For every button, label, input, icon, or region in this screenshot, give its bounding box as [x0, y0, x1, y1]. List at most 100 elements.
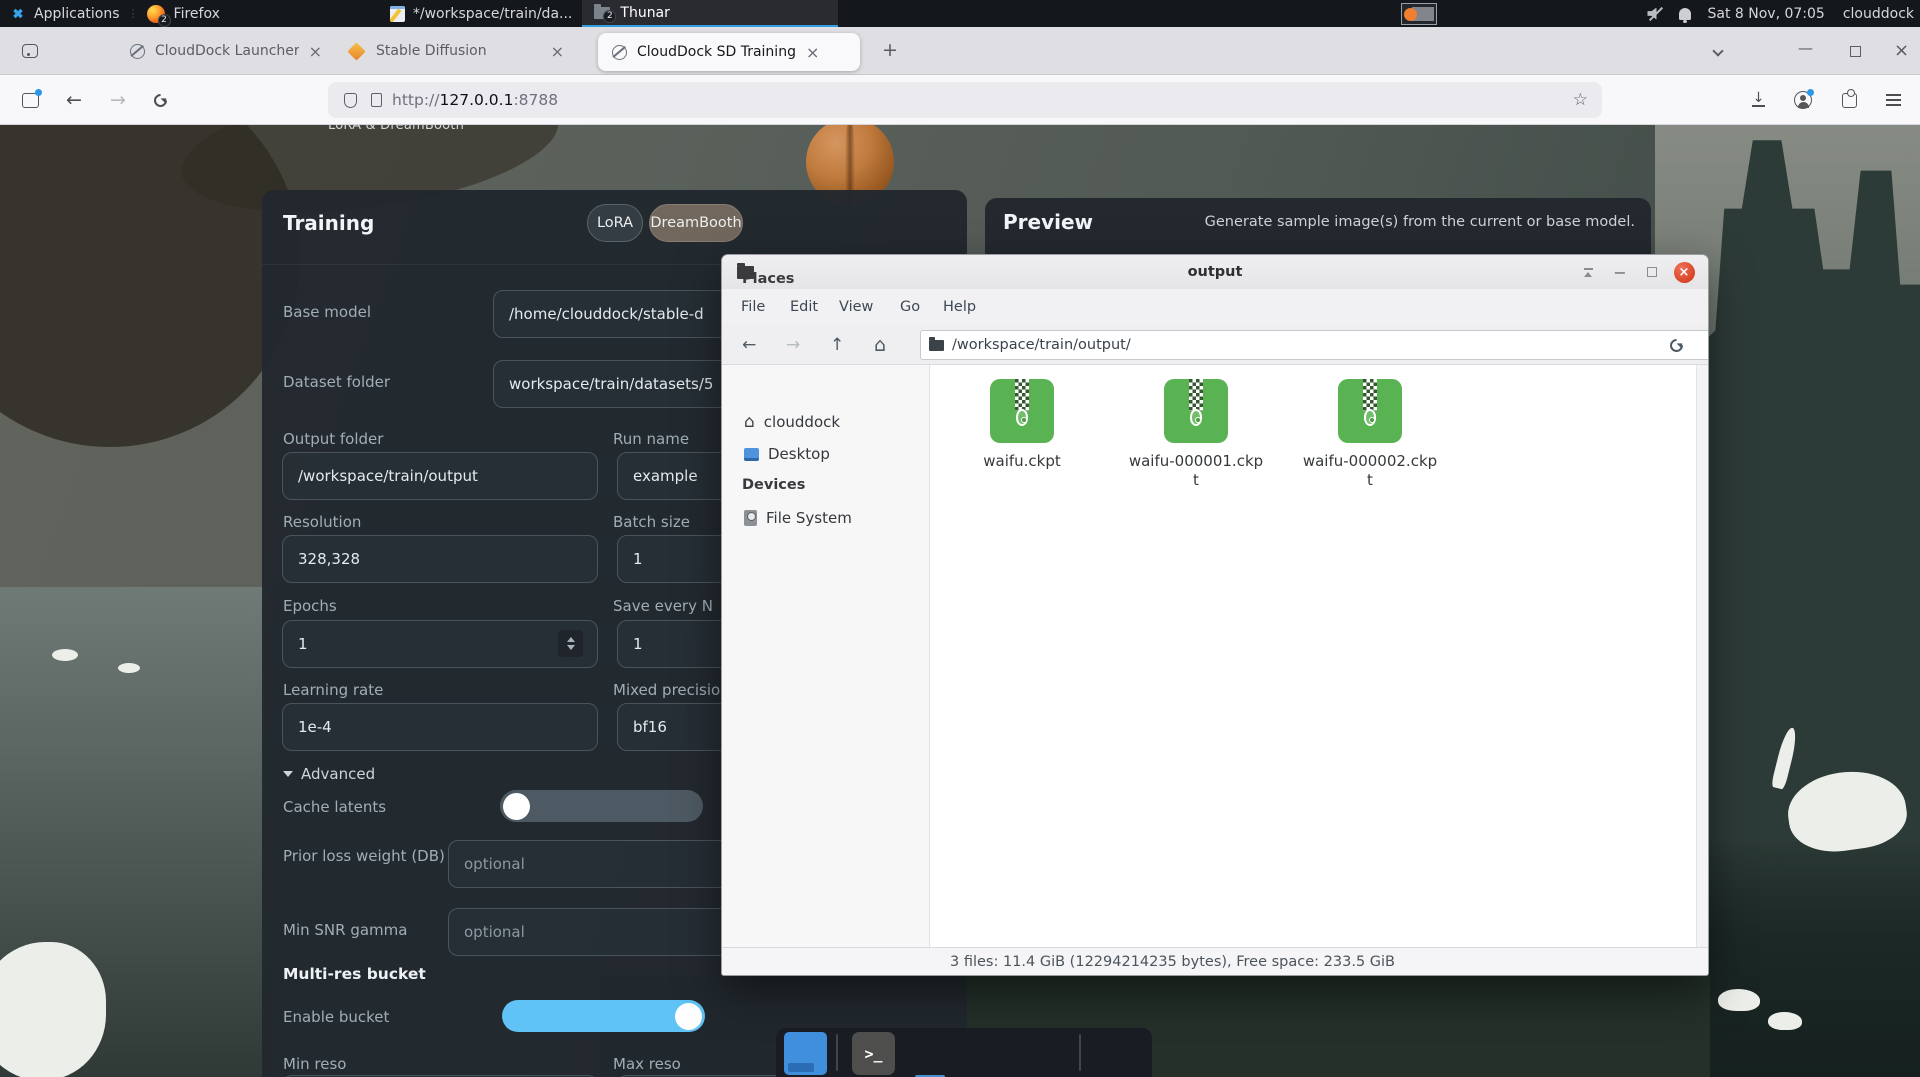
extensions-puzzle-icon[interactable]	[1842, 75, 1857, 125]
nav-home-button[interactable]: ⌂	[874, 325, 886, 365]
dock-separator	[1079, 1034, 1081, 1071]
training-title: Training	[283, 211, 374, 235]
toggle-knob	[675, 1003, 702, 1030]
wallpaper-swan-bottom-1	[1718, 989, 1760, 1011]
terminal-icon[interactable]: >_	[852, 1032, 895, 1075]
tab-close-icon[interactable]: ×	[551, 42, 564, 61]
screen-capture-tray-icon	[1401, 3, 1437, 25]
thunar-taskbar-item[interactable]: 2 Thunar	[582, 0, 838, 27]
base-model-label: Base model	[283, 303, 371, 321]
window-minimize-button[interactable]: —	[1798, 39, 1813, 57]
shade-button[interactable]	[1576, 255, 1600, 289]
notifications-bell-icon[interactable]	[1679, 8, 1691, 20]
sidebar-item-file-system[interactable]: File System	[744, 509, 852, 527]
menu-edit[interactable]: Edit	[790, 299, 818, 315]
editor-taskbar-item[interactable]: */workspace/train/da...	[380, 0, 583, 27]
firefox-view-icon[interactable]	[22, 44, 38, 58]
advanced-label: Advanced	[301, 765, 375, 783]
save-every-label: Save every N	[613, 597, 713, 615]
nav-forward-button[interactable]: →	[786, 325, 800, 365]
applications-menu[interactable]: Applications	[0, 0, 120, 27]
enable-bucket-label: Enable bucket	[283, 1008, 389, 1026]
epochs-input[interactable]	[282, 620, 598, 668]
browser-tab-bar: CloudDock Launcher × Stable Diffusion × …	[0, 27, 1920, 75]
refresh-button[interactable]	[1670, 325, 1683, 365]
wallpaper-swan-small-2	[118, 663, 140, 673]
path-field[interactable]: /workspace/train/output/	[920, 330, 1708, 360]
menu-file[interactable]: File	[741, 299, 765, 315]
enable-bucket-toggle[interactable]	[502, 1000, 705, 1032]
minimize-button[interactable]: −	[1608, 255, 1632, 289]
text-editor-icon	[390, 6, 405, 22]
applications-grid-icon	[10, 6, 26, 22]
scrollbar[interactable]	[1696, 365, 1708, 947]
cache-latents-toggle[interactable]	[500, 790, 703, 822]
file-item-waifu-000002-ckpt[interactable]: waifu-000002.ckpt	[1295, 379, 1445, 490]
sidebar-item-clouddock[interactable]: ⌂ clouddock	[744, 413, 840, 431]
new-tab-button[interactable]: +	[882, 39, 898, 61]
nav-up-button[interactable]: ↑	[830, 325, 844, 365]
bookmark-star-icon[interactable]: ☆	[1573, 90, 1588, 110]
file-item-waifu-ckpt[interactable]: waifu.ckpt	[947, 379, 1097, 471]
sidebar-toggle-icon[interactable]	[22, 75, 39, 125]
dock: >_	[776, 1028, 1152, 1077]
restore-button[interactable]	[1640, 255, 1664, 289]
folder-icon	[737, 266, 754, 279]
resolution-input[interactable]	[282, 535, 598, 583]
tab-clouddock-launcher[interactable]: CloudDock Launcher ×	[118, 27, 322, 75]
tab-close-icon[interactable]: ×	[309, 42, 322, 61]
devices-header: Devices	[742, 477, 805, 493]
thunar-file-view[interactable]: waifu.ckpt waifu-000001.ckpt waifu-00000…	[930, 365, 1696, 947]
reload-button[interactable]	[154, 75, 167, 125]
lora-mode-button[interactable]: LoRA	[587, 204, 643, 242]
window-close-button[interactable]: ×	[1894, 40, 1909, 61]
volume-muted-icon[interactable]	[1647, 6, 1665, 22]
output-folder-input[interactable]	[282, 452, 598, 500]
tab-clouddock-sd-training[interactable]: CloudDock SD Training ×	[598, 33, 860, 71]
account-icon[interactable]	[1794, 75, 1812, 125]
nav-back-button[interactable]: ←	[742, 325, 756, 365]
firefox-taskbar-item[interactable]: 2 Firefox	[147, 0, 220, 27]
window-maximize-button[interactable]	[1850, 46, 1861, 57]
tray-screen-indicator[interactable]	[1401, 0, 1437, 27]
close-button[interactable]: ×	[1670, 255, 1698, 289]
epochs-stepper[interactable]	[558, 630, 583, 657]
tab-stable-diffusion[interactable]: Stable Diffusion ×	[336, 27, 586, 75]
list-tabs-chevron-icon[interactable]	[1714, 47, 1722, 55]
shield-icon[interactable]	[344, 93, 357, 108]
stepper-up-icon[interactable]	[567, 637, 575, 642]
dreambooth-mode-button[interactable]: DreamBooth	[649, 204, 743, 242]
preview-description: Generate sample image(s) from the curren…	[1205, 214, 1635, 230]
menu-hamburger-icon[interactable]	[1886, 75, 1901, 125]
learning-rate-input[interactable]	[282, 703, 598, 751]
user-menu[interactable]: clouddock	[1843, 0, 1914, 27]
thunar-toolbar: ← → ↑ ⌂ /workspace/train/output/	[722, 325, 1708, 365]
forward-button[interactable]: →	[110, 75, 126, 125]
desktop: LoRA & DreamBooth Training LoRA DreamBoo…	[0, 0, 1920, 1077]
sidebar-item-desktop[interactable]: Desktop	[744, 445, 830, 463]
back-button[interactable]: ←	[66, 75, 82, 125]
advanced-collapse-toggle[interactable]: Advanced	[283, 765, 375, 783]
tab-close-icon[interactable]: ×	[806, 43, 819, 62]
sidebar-item-label: File System	[766, 509, 852, 527]
show-desktop-icon[interactable]	[784, 1032, 827, 1075]
menu-view[interactable]: View	[839, 299, 873, 315]
firefox-badge: 2	[158, 14, 171, 27]
menu-go[interactable]: Go	[900, 299, 920, 315]
tab-label: Stable Diffusion	[376, 43, 487, 59]
resolution-label: Resolution	[283, 513, 361, 531]
toggle-knob	[503, 793, 530, 820]
stepper-down-icon[interactable]	[567, 645, 575, 650]
thunar-badge: 2	[603, 10, 616, 23]
prior-loss-label: Prior loss weight (DB)	[283, 845, 453, 867]
menu-help[interactable]: Help	[943, 299, 976, 315]
page-info-icon[interactable]	[371, 93, 382, 107]
download-icon[interactable]: ↓	[1752, 75, 1765, 125]
file-item-waifu-000001-ckpt[interactable]: waifu-000001.ckpt	[1121, 379, 1271, 490]
clock[interactable]: Sat 8 Nov, 07:05	[1707, 0, 1824, 27]
thunar-titlebar[interactable]: output − ×	[722, 255, 1708, 289]
preview-title: Preview	[1003, 210, 1093, 234]
folder-icon	[929, 340, 944, 351]
archive-file-icon	[990, 379, 1054, 443]
url-bar[interactable]: http://127.0.0.1:8788 ☆	[328, 82, 1602, 118]
